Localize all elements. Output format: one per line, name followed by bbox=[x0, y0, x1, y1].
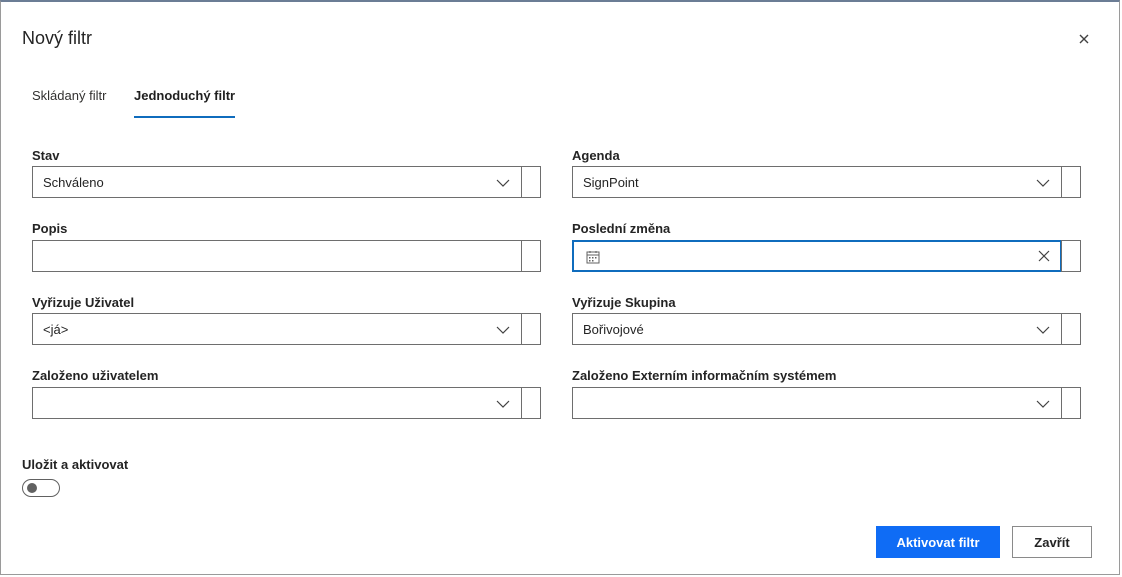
vyrizuje-skupina-dropdown: Bořivojové bbox=[572, 313, 1081, 345]
vyrizuje-uzivatel-label: Vyřizuje Uživatel bbox=[32, 295, 135, 310]
vyrizuje-skupina-side-button[interactable] bbox=[1061, 313, 1081, 345]
vyrizuje-uzivatel-side-button[interactable] bbox=[521, 313, 541, 345]
zalozeno-uzivatelem-select[interactable] bbox=[32, 387, 522, 419]
agenda-dropdown: SignPoint bbox=[572, 166, 1081, 198]
tab-simple-filter[interactable]: Jednoduchý filtr bbox=[134, 88, 236, 118]
close-icon bbox=[1079, 34, 1089, 44]
chevron-down-icon bbox=[496, 400, 510, 408]
calendar-icon bbox=[586, 251, 600, 264]
close-button[interactable]: Zavřít bbox=[1012, 526, 1092, 558]
stav-dropdown: Schváleno bbox=[32, 166, 541, 198]
save-and-activate-toggle[interactable] bbox=[22, 479, 60, 497]
tab-composite-filter[interactable]: Skládaný filtr bbox=[32, 88, 106, 103]
agenda-side-button[interactable] bbox=[1061, 166, 1081, 198]
stav-side-button[interactable] bbox=[521, 166, 541, 198]
popis-side-button[interactable] bbox=[521, 240, 541, 272]
vyrizuje-skupina-label: Vyřizuje Skupina bbox=[572, 295, 676, 310]
posledni-zmena-label: Poslední změna bbox=[572, 221, 671, 236]
zalozeno-externim-side-button[interactable] bbox=[1061, 387, 1081, 419]
clear-icon[interactable] bbox=[1037, 249, 1051, 263]
zalozeno-uzivatelem-dropdown bbox=[32, 387, 541, 419]
activate-filter-button[interactable]: Aktivovat filtr bbox=[876, 526, 1000, 558]
agenda-label: Agenda bbox=[572, 148, 620, 163]
zalozeno-uzivatelem-label: Založeno uživatelem bbox=[32, 368, 159, 383]
posledni-zmena-date-input[interactable] bbox=[572, 240, 1062, 272]
agenda-value: SignPoint bbox=[583, 175, 639, 190]
vyrizuje-uzivatel-dropdown: <já> bbox=[32, 313, 541, 345]
stav-select[interactable]: Schváleno bbox=[32, 166, 522, 198]
chevron-down-icon bbox=[1036, 326, 1050, 334]
close-dialog-button[interactable] bbox=[1075, 30, 1093, 48]
vyrizuje-skupina-value: Bořivojové bbox=[583, 322, 644, 337]
vyrizuje-skupina-select[interactable]: Bořivojové bbox=[572, 313, 1062, 345]
chevron-down-icon bbox=[1036, 400, 1050, 408]
dialog-title: Nový filtr bbox=[22, 28, 93, 48]
popis-label: Popis bbox=[32, 221, 68, 236]
stav-label: Stav bbox=[32, 148, 60, 163]
zalozeno-uzivatelem-side-button[interactable] bbox=[521, 387, 541, 419]
posledni-zmena-side-button[interactable] bbox=[1061, 240, 1081, 272]
save-and-activate-label: Uložit a aktivovat bbox=[22, 457, 129, 472]
popis-field bbox=[32, 240, 541, 272]
chevron-down-icon bbox=[496, 179, 510, 187]
vyrizuje-uzivatel-select[interactable]: <já> bbox=[32, 313, 522, 345]
toggle-knob bbox=[27, 483, 37, 493]
vyrizuje-uzivatel-value: <já> bbox=[43, 322, 69, 337]
zalozeno-externim-dropdown bbox=[572, 387, 1081, 419]
zalozeno-externim-label: Založeno Externím informačním systémem bbox=[572, 368, 837, 383]
new-filter-dialog: Nový filtr Skládaný filtr Jednoduchý fil… bbox=[0, 0, 1120, 575]
chevron-down-icon bbox=[496, 326, 510, 334]
zalozeno-externim-select[interactable] bbox=[572, 387, 1062, 419]
stav-value: Schváleno bbox=[43, 175, 104, 190]
agenda-select[interactable]: SignPoint bbox=[572, 166, 1062, 198]
posledni-zmena-field bbox=[572, 240, 1081, 272]
chevron-down-icon bbox=[1036, 179, 1050, 187]
popis-input[interactable] bbox=[32, 240, 522, 272]
